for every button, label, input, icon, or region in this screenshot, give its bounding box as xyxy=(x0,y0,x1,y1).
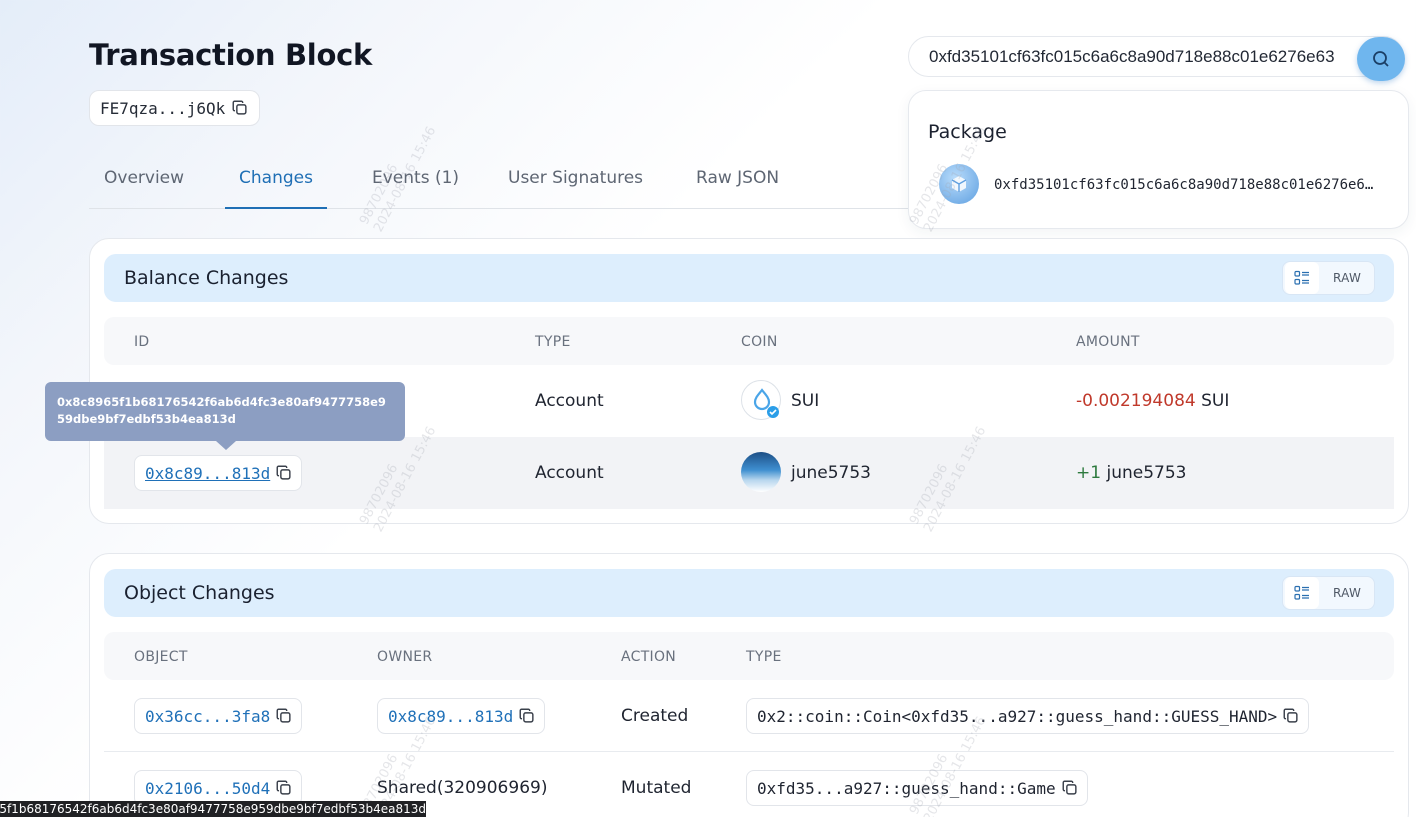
table-row: 0x36cc...3fa8 0x8c89...813d Created 0x2:… xyxy=(104,680,1394,752)
amount-unit: june5753 xyxy=(1106,463,1187,483)
amount-cell: -0.002194084 SUI xyxy=(1076,391,1229,411)
search-results-dropdown: Package 0xfd35101cf63fc015c6a6c8a90d718e… xyxy=(908,90,1409,229)
address-link[interactable]: 0x8c89...813d xyxy=(145,464,270,483)
address-chip[interactable]: 0x8c89...813d xyxy=(134,455,303,491)
package-icon xyxy=(939,164,979,204)
owner-link[interactable]: 0x8c89...813d xyxy=(388,707,513,726)
copy-icon[interactable] xyxy=(275,707,293,725)
column-header: COIN xyxy=(741,334,778,350)
copy-icon[interactable] xyxy=(1282,707,1300,725)
owner-cell: Shared(320906969) xyxy=(377,778,548,798)
table-header: OBJECT OWNER ACTION TYPE xyxy=(104,632,1394,680)
tab-raw-json[interactable]: Raw JSON xyxy=(696,168,779,209)
address-tooltip: 0x8c8965f1b68176542f6ab6d4fc3e80af947775… xyxy=(45,382,405,441)
object-link[interactable]: 0x2106...50d4 xyxy=(145,779,270,798)
results-heading: Package xyxy=(928,121,1007,143)
action-cell: Mutated xyxy=(621,778,692,798)
object-id-chip[interactable]: 0x36cc...3fa8 xyxy=(134,698,303,734)
column-header: AMOUNT xyxy=(1076,334,1140,350)
search-button[interactable] xyxy=(1357,37,1405,81)
type-cell: Account xyxy=(535,391,604,411)
type-chip[interactable]: 0x2::coin::Coin<0xfd35...a927::guess_han… xyxy=(746,698,1310,734)
coin-name: june5753 xyxy=(791,463,871,483)
table-row: 0x8c89...813d Account june5753 +1 june57… xyxy=(104,437,1394,509)
view-toggle: RAW xyxy=(1282,576,1375,610)
tab-user-signatures[interactable]: User Signatures xyxy=(508,168,643,209)
column-header: ACTION xyxy=(621,649,677,665)
browser-status-bar: 0x8c8965f1b68176542f6ab6d4fc3e80af947775… xyxy=(0,801,426,817)
card-title: Balance Changes xyxy=(124,267,289,289)
list-view-icon[interactable] xyxy=(1285,577,1319,609)
copy-icon[interactable] xyxy=(231,99,249,117)
amount-value: -0.002194084 xyxy=(1076,391,1196,411)
balance-changes-header: Balance Changes RAW xyxy=(104,254,1394,302)
copy-icon[interactable] xyxy=(1061,779,1079,797)
amount-cell: +1 june5753 xyxy=(1076,463,1186,483)
search-input[interactable] xyxy=(929,46,1353,67)
tab-changes[interactable]: Changes xyxy=(225,168,327,209)
search-bar xyxy=(908,36,1404,77)
token-avatar-icon xyxy=(741,452,781,492)
amount-unit: SUI xyxy=(1201,391,1230,411)
type-cell: Account xyxy=(535,463,604,483)
sui-coin-icon xyxy=(741,380,781,420)
action-cell: Created xyxy=(621,706,689,726)
copy-icon[interactable] xyxy=(518,707,536,725)
view-toggle: RAW xyxy=(1282,261,1375,295)
raw-toggle[interactable]: RAW xyxy=(1333,271,1361,285)
amount-value: +1 xyxy=(1076,463,1102,483)
copy-icon[interactable] xyxy=(275,779,293,797)
search-icon xyxy=(1371,49,1391,69)
package-result-item[interactable]: 0xfd35101cf63fc015c6a6c8a90d718e88c01e62… xyxy=(994,177,1378,193)
column-header: OWNER xyxy=(377,649,433,665)
raw-toggle[interactable]: RAW xyxy=(1333,586,1361,600)
type-chip[interactable]: 0xfd35...a927::guess_hand::Game xyxy=(746,770,1088,806)
list-view-icon[interactable] xyxy=(1285,262,1319,294)
transaction-digest: FE7qza...j6Qk xyxy=(89,90,261,126)
column-header: TYPE xyxy=(746,649,782,665)
tooltip-arrow xyxy=(216,441,236,450)
column-header: TYPE xyxy=(535,334,571,350)
page-title: Transaction Block xyxy=(89,38,372,72)
object-changes-card: Object Changes RAW OBJECT OWNER ACTION T… xyxy=(89,553,1409,817)
copy-icon[interactable] xyxy=(275,464,293,482)
column-header: OBJECT xyxy=(134,649,188,665)
tab-events[interactable]: Events (1) xyxy=(372,168,459,209)
owner-chip[interactable]: 0x8c89...813d xyxy=(377,698,546,734)
type-text: 0x2::coin::Coin<0xfd35...a927::guess_han… xyxy=(757,706,1278,726)
card-title: Object Changes xyxy=(124,582,275,604)
object-changes-header: Object Changes RAW xyxy=(104,569,1394,617)
status-url: 0x8c8965f1b68176542f6ab6d4fc3e80af947775… xyxy=(0,802,426,816)
column-header: ID xyxy=(134,334,150,350)
type-text: 0xfd35...a927::guess_hand::Game xyxy=(757,778,1056,798)
coin-name: SUI xyxy=(791,391,820,411)
digest-text: FE7qza...j6Qk xyxy=(100,98,226,118)
balance-changes-card: Balance Changes RAW ID TYPE COIN AMOUNT … xyxy=(89,238,1409,524)
table-header: ID TYPE COIN AMOUNT xyxy=(104,317,1394,365)
tab-overview[interactable]: Overview xyxy=(104,168,184,209)
object-link[interactable]: 0x36cc...3fa8 xyxy=(145,707,270,726)
